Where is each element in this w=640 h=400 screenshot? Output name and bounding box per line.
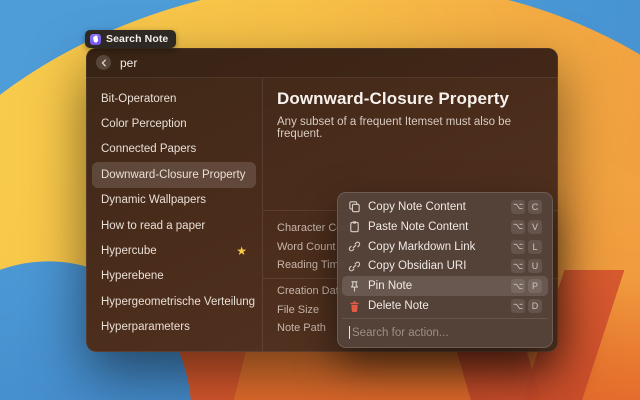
note-item-label: Dynamic Wallpapers xyxy=(101,194,206,206)
trash-icon xyxy=(348,300,361,313)
modifier-key: ⌥ xyxy=(511,220,525,234)
letter-key: P xyxy=(528,279,542,293)
letter-key: C xyxy=(528,200,542,214)
note-list-item[interactable]: Hypergeometrische Verteilung xyxy=(92,289,256,314)
note-summary: Any subset of a frequent Itemset must al… xyxy=(277,116,544,140)
back-button[interactable] xyxy=(96,55,111,70)
note-title: Downward-Closure Property xyxy=(277,89,544,109)
text-cursor xyxy=(349,326,350,339)
desktop-wallpaper: Search Note per Bit-Operatoren Color Per… xyxy=(0,0,640,400)
shortcut-keys: ⌥ L xyxy=(511,240,542,254)
action-search-placeholder: Search for action... xyxy=(352,327,449,339)
search-input[interactable]: per xyxy=(120,56,137,70)
note-item-label: Hyperparameters xyxy=(101,321,190,333)
note-item-label: Hypercube xyxy=(101,245,157,257)
menu-item-copy-obsidian-uri[interactable]: Copy Obsidian URI ⌥ U xyxy=(342,256,548,276)
pin-icon xyxy=(348,280,361,293)
star-icon: ★ xyxy=(236,245,247,257)
note-list-item-selected[interactable]: Downward-Closure Property xyxy=(92,162,256,187)
note-list-item[interactable]: Color Perception xyxy=(92,111,256,136)
shortcut-keys: ⌥ P xyxy=(511,279,542,293)
menu-item-label: Delete Note xyxy=(368,300,429,312)
letter-key: D xyxy=(528,299,542,313)
menu-item-copy-markdown-link[interactable]: Copy Markdown Link ⌥ L xyxy=(342,237,548,257)
note-list-item[interactable]: Hyperparameters xyxy=(92,315,256,340)
menu-item-label: Pin Note xyxy=(368,280,412,292)
menu-item-pin-note[interactable]: Pin Note ⌥ P xyxy=(342,276,548,296)
modifier-key: ⌥ xyxy=(511,299,525,313)
shortcut-keys: ⌥ V xyxy=(511,220,542,234)
menu-item-copy-note-content[interactable]: Copy Note Content ⌥ C xyxy=(342,197,548,217)
chevron-left-icon xyxy=(100,59,108,67)
menu-item-label: Copy Note Content xyxy=(368,201,466,213)
menu-item-label: Paste Note Content xyxy=(368,221,468,233)
note-item-label: Hyperebene xyxy=(101,270,164,282)
shortcut-keys: ⌥ C xyxy=(511,200,542,214)
shortcut-keys: ⌥ U xyxy=(511,259,542,273)
note-item-label: Color Perception xyxy=(101,118,187,130)
link-icon xyxy=(348,240,361,253)
note-list-item[interactable]: Dynamic Wallpapers xyxy=(92,188,256,213)
note-list-item[interactable]: Hyperebene xyxy=(92,264,256,289)
clipboard-icon xyxy=(348,220,361,233)
note-list: Bit-Operatoren Color Perception Connecte… xyxy=(86,78,262,351)
note-list-item[interactable]: How to read a paper xyxy=(92,213,256,238)
modifier-key: ⌥ xyxy=(511,279,525,293)
command-tooltip: Search Note xyxy=(85,30,176,48)
modifier-key: ⌥ xyxy=(511,259,525,273)
note-list-item[interactable]: Bit-Operatoren xyxy=(92,86,256,111)
menu-item-label: Copy Markdown Link xyxy=(368,241,475,253)
modifier-key: ⌥ xyxy=(511,200,525,214)
action-search-input[interactable]: Search for action... xyxy=(342,319,548,347)
note-item-label: Downward-Closure Property xyxy=(101,169,245,181)
menu-item-paste-note-content[interactable]: Paste Note Content ⌥ V xyxy=(342,217,548,237)
note-item-label: Connected Papers xyxy=(101,143,196,155)
letter-key: V xyxy=(528,220,542,234)
note-list-item[interactable]: Connected Papers xyxy=(92,137,256,162)
note-item-label: Bit-Operatoren xyxy=(101,93,176,105)
letter-key: U xyxy=(528,259,542,273)
action-menu: Copy Note Content ⌥ C Paste Note Content… xyxy=(337,192,553,348)
note-list-item[interactable]: Hypercube ★ xyxy=(92,238,256,263)
command-tooltip-label: Search Note xyxy=(106,33,168,45)
menu-item-delete-note[interactable]: Delete Note ⌥ D xyxy=(342,296,548,316)
copy-icon xyxy=(348,200,361,213)
modifier-key: ⌥ xyxy=(511,240,525,254)
obsidian-logo-icon xyxy=(90,34,101,45)
menu-item-label: Copy Obsidian URI xyxy=(368,260,466,272)
shortcut-keys: ⌥ D xyxy=(511,299,542,313)
note-item-label: How to read a paper xyxy=(101,220,205,232)
note-item-label: Hypergeometrische Verteilung xyxy=(101,296,255,308)
search-bar: per xyxy=(86,48,558,78)
link-icon xyxy=(348,260,361,273)
letter-key: L xyxy=(528,240,542,254)
